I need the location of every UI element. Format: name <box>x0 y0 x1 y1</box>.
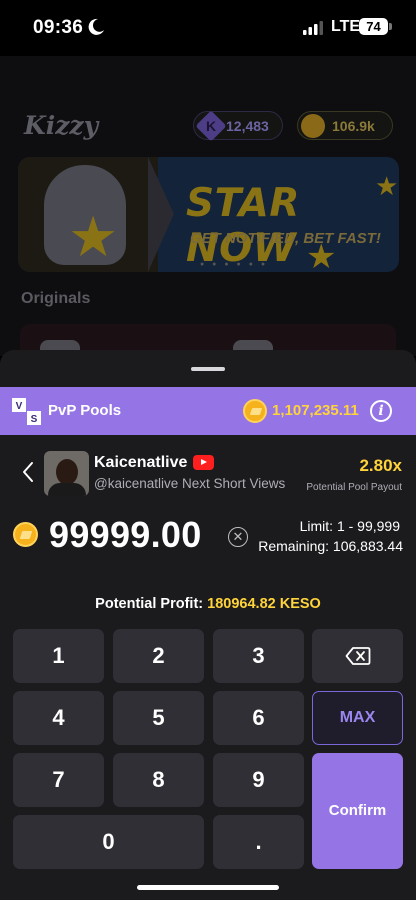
key-3[interactable]: 3 <box>213 629 304 683</box>
star-icon: ★ <box>375 171 399 201</box>
banner-title: STAR NOW <box>186 181 300 271</box>
key-decimal[interactable]: . <box>213 815 304 869</box>
streamer-name: Kaicenatlive <box>94 454 188 471</box>
coin-balance-pill: 106.9k <box>297 111 393 140</box>
streamer-avatar <box>44 451 89 496</box>
key-0[interactable]: 0 <box>13 815 204 869</box>
battery-icon: 74 <box>359 18 388 35</box>
banner-subtitle: GET NOTIFIED, BET FAST! <box>190 230 381 247</box>
key-2[interactable]: 2 <box>113 629 204 683</box>
payout-multiplier: 2.80x <box>359 456 402 475</box>
backspace-icon <box>345 647 370 665</box>
max-button[interactable]: MAX <box>312 691 403 745</box>
key-7[interactable]: 7 <box>13 753 104 807</box>
svg-text:V: V <box>16 401 23 412</box>
key-6[interactable]: 6 <box>213 691 304 745</box>
battery-tip <box>389 23 392 30</box>
background-app: Kizzy K 12,483 106.9k ★ STAR NOW GET NOT… <box>0 56 416 364</box>
coin-icon <box>301 114 325 138</box>
k-balance-pill: K 12,483 <box>193 110 283 142</box>
key-1[interactable]: 1 <box>13 629 104 683</box>
key-8[interactable]: 8 <box>113 753 204 807</box>
sheet-grabber[interactable] <box>191 367 225 371</box>
network-label: LTE <box>331 18 361 35</box>
bet-sheet: V S PvP Pools 1,107,235.11 i Kaicenatliv… <box>0 350 416 900</box>
coin-icon <box>243 399 267 423</box>
bet-remaining: Remaining: 106,883.44 <box>258 538 403 554</box>
k-balance: 12,483 <box>226 118 269 134</box>
coin-balance: 106.9k <box>332 118 375 134</box>
app-logo: Kizzy <box>24 111 99 140</box>
coin-icon <box>13 522 38 547</box>
chevron-left-icon[interactable] <box>21 461 35 483</box>
status-bar: 09:36 LTE 74 <box>0 0 416 56</box>
market-description: @kaicenatlive Next Short Views <box>94 476 286 491</box>
pvp-pools-header: V S PvP Pools 1,107,235.11 i <box>0 387 416 435</box>
bet-limit: Limit: 1 - 99,999 <box>299 518 400 534</box>
profit-value: 180964.82 KESO <box>207 596 321 612</box>
versus-icon: V S <box>12 398 41 425</box>
clock: 09:36 <box>33 17 84 38</box>
pool-total: 1,107,235.11 <box>272 402 359 419</box>
info-icon[interactable]: i <box>370 400 392 422</box>
banner-chevron <box>148 157 174 272</box>
star-icon: ★ <box>68 205 119 268</box>
avatar-shirt <box>48 483 86 496</box>
key-4[interactable]: 4 <box>13 691 104 745</box>
promo-banner: ★ STAR NOW GET NOTIFIED, BET FAST! ★ ★ ●… <box>18 157 399 272</box>
signal-icon <box>303 21 323 35</box>
potential-profit: Potential Profit: 180964.82 KESO <box>0 596 416 612</box>
payout-label: Potential Pool Payout <box>306 482 402 493</box>
section-title: Originals <box>21 290 91 307</box>
confirm-button[interactable]: Confirm <box>312 753 403 869</box>
home-indicator[interactable] <box>137 885 279 890</box>
key-9[interactable]: 9 <box>213 753 304 807</box>
avatar-face <box>56 459 78 485</box>
profit-label: Potential Profit: <box>95 596 204 612</box>
youtube-icon <box>193 455 214 470</box>
pvp-title: PvP Pools <box>48 402 122 419</box>
moon-icon <box>88 18 104 35</box>
star-icon: ★ <box>306 238 337 272</box>
bet-amount[interactable]: 99999.00 <box>49 514 202 556</box>
svg-text:S: S <box>31 414 38 425</box>
k-token-letter: K <box>205 118 217 134</box>
key-5[interactable]: 5 <box>113 691 204 745</box>
clear-icon[interactable]: ✕ <box>228 527 248 547</box>
backspace-key[interactable] <box>312 629 403 683</box>
carousel-dots: ● ● ● ● ● ● <box>200 261 269 268</box>
